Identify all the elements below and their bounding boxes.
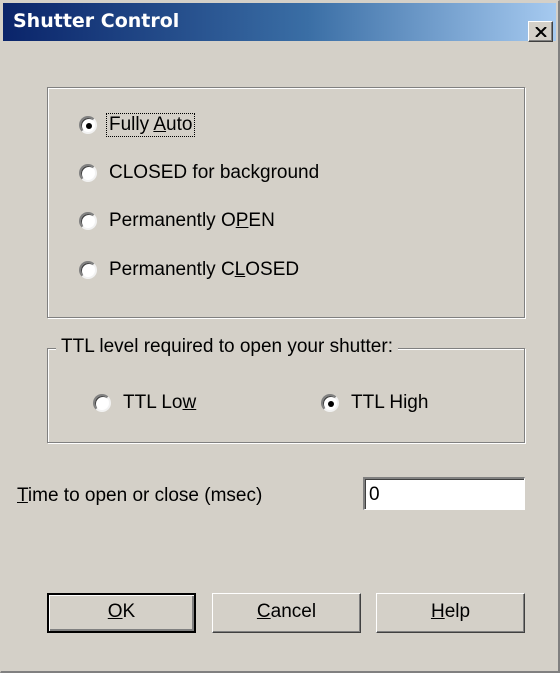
radio-permanently-closed[interactable]: Permanently CLOSED xyxy=(79,257,299,283)
radio-unselected-icon xyxy=(93,394,111,412)
radio-ttl-low[interactable]: TTL Low xyxy=(93,390,196,416)
window-title: Shutter Control xyxy=(13,10,180,32)
radio-permanently-open-label: Permanently OPEN xyxy=(109,210,275,231)
radio-closed-for-background[interactable]: CLOSED for background xyxy=(79,160,319,186)
radio-selected-icon xyxy=(79,116,97,134)
radio-permanently-open[interactable]: Permanently OPEN xyxy=(79,208,275,234)
title-bar: Shutter Control xyxy=(3,3,556,41)
radio-closed-for-background-label: CLOSED for background xyxy=(109,162,320,183)
ttl-group-legend: TTL level required to open your shutter: xyxy=(56,336,398,358)
radio-fully-auto-label: Fully Auto xyxy=(105,113,196,137)
radio-selected-icon xyxy=(321,394,339,412)
radio-ttl-high-label: TTL High xyxy=(351,392,429,413)
close-icon xyxy=(535,27,547,37)
time-to-open-input[interactable]: 0 xyxy=(363,477,525,510)
radio-ttl-low-label: TTL Low xyxy=(123,392,197,413)
cancel-button[interactable]: Cancel xyxy=(212,593,361,633)
help-button[interactable]: Help xyxy=(376,593,525,633)
radio-permanently-closed-label: Permanently CLOSED xyxy=(109,259,300,280)
radio-unselected-icon xyxy=(79,212,97,230)
time-to-open-label: Time to open or close (msec) xyxy=(17,485,263,506)
radio-unselected-icon xyxy=(79,261,97,279)
shutter-control-dialog: Shutter Control Fully Auto CLOSED for ba… xyxy=(0,0,560,673)
ok-button[interactable]: OK xyxy=(47,593,196,633)
radio-ttl-high[interactable]: TTL High xyxy=(321,390,428,416)
close-button[interactable] xyxy=(528,21,553,42)
radio-unselected-icon xyxy=(79,164,97,182)
radio-fully-auto[interactable]: Fully Auto xyxy=(79,112,196,138)
